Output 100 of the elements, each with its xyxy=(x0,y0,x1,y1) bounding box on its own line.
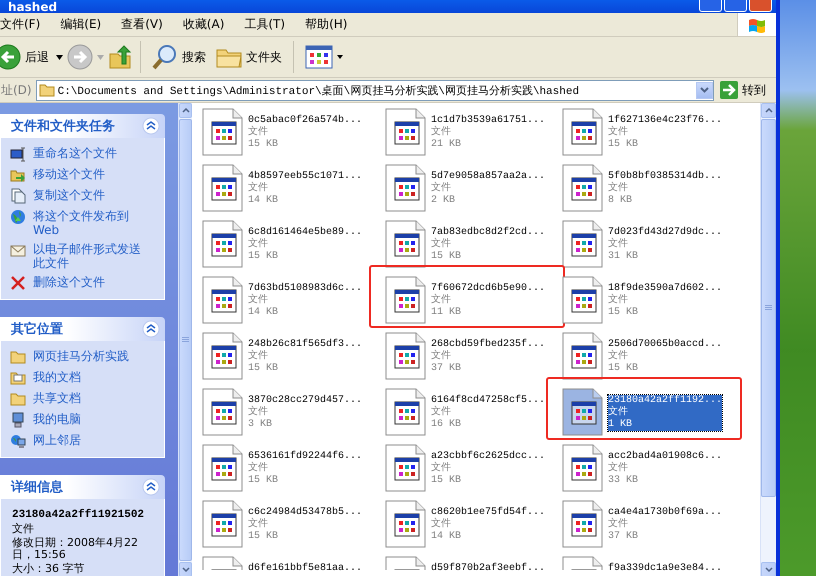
search-button[interactable]: 搜索 xyxy=(149,42,209,72)
go-arrow-icon xyxy=(720,81,738,99)
task-link[interactable]: 我的电脑 xyxy=(33,412,145,426)
file-item[interactable]: 18f9de3590a7d602... 文件 15 KB xyxy=(560,276,750,332)
minimize-button[interactable] xyxy=(699,0,722,12)
file-size: 37 KB xyxy=(608,531,640,543)
task-link[interactable]: 网上邻居 xyxy=(33,433,145,447)
document-icon xyxy=(200,556,244,570)
file-type: 文件 xyxy=(608,463,629,475)
file-type: 文件 xyxy=(608,407,629,419)
menu-item[interactable]: 帮助(H) xyxy=(305,16,354,33)
close-button[interactable] xyxy=(749,0,772,12)
scrollbar[interactable] xyxy=(760,103,776,576)
file-size: 8 KB xyxy=(608,195,634,207)
file-item[interactable]: d59f870b2af3eebf... xyxy=(383,556,560,576)
maximize-button[interactable] xyxy=(724,0,747,12)
go-button[interactable]: 转到 xyxy=(718,80,776,100)
collapse-chevron-icon[interactable] xyxy=(142,478,160,496)
document-icon xyxy=(560,444,604,492)
file-size: 1 KB xyxy=(608,419,634,431)
file-name: 1f627136e4c23f76... xyxy=(608,115,722,126)
file-item[interactable]: 3870c28cc279d457... 文件 3 KB xyxy=(200,388,383,444)
task-link[interactable]: 网页挂马分析实践 xyxy=(33,349,145,363)
task-link[interactable]: 共享文档 xyxy=(33,391,145,405)
file-item[interactable]: 268cbd59fbed235f... 文件 37 KB xyxy=(383,332,560,388)
file-item[interactable]: 7f60672dcd6b5e90... 文件 11 KB xyxy=(383,276,560,332)
back-button[interactable]: 后退 xyxy=(0,42,52,72)
task-link[interactable]: 我的文档 xyxy=(33,370,145,384)
dropdown-button[interactable] xyxy=(696,82,713,98)
file-item[interactable]: 7ab83edbc8d2f2cd... 文件 15 KB xyxy=(383,220,560,276)
file-item[interactable]: 7d023fd43d27d9dc... 文件 31 KB xyxy=(560,220,750,276)
folders-button[interactable]: 文件夹 xyxy=(213,44,285,70)
file-item[interactable]: 248b26c81f565df3... 文件 15 KB xyxy=(200,332,383,388)
file-item[interactable]: 7d63bd5108983d6c... 文件 14 KB xyxy=(200,276,383,332)
file-item[interactable]: c6c24984d53478b5... 文件 15 KB xyxy=(200,500,383,556)
file-item[interactable]: 4b8597eeb55c1071... 文件 14 KB xyxy=(200,164,383,220)
document-icon xyxy=(560,220,604,268)
detail-size: 大小：36 字节 xyxy=(12,563,86,575)
document-icon xyxy=(560,388,604,436)
file-item[interactable]: 6c8d161464e5be89... 文件 15 KB xyxy=(200,220,383,276)
chevron-down-icon xyxy=(764,567,772,572)
file-item[interactable]: 5d7e9058a857aa2a... 文件 2 KB xyxy=(383,164,560,220)
menu-item[interactable]: 查看(V) xyxy=(121,16,170,33)
file-item[interactable]: 23180a42a2ff1192... 文件 1 KB xyxy=(560,388,750,444)
file-item[interactable]: a23cbbf6c2625dcc... 文件 15 KB xyxy=(383,444,560,500)
folder-up-icon[interactable] xyxy=(108,44,132,70)
file-size: 37 KB xyxy=(431,363,462,375)
file-size: 15 KB xyxy=(431,251,462,263)
file-name: 7ab83edbc8d2f2cd... xyxy=(431,227,546,238)
file-name: 3870c28cc279d457... xyxy=(248,395,362,406)
menu-item[interactable]: 收藏(A) xyxy=(182,16,232,33)
menu-item[interactable]: 文件(F) xyxy=(0,16,48,33)
grip-icon xyxy=(182,337,189,343)
file-type: 文件 xyxy=(431,407,452,419)
file-item[interactable]: acc2bad4a01908c6... 文件 33 KB xyxy=(560,444,750,500)
file-name: 4b8597eeb55c1071... xyxy=(248,171,362,182)
file-name: 6164f8cd47258cf5... xyxy=(431,395,546,406)
file-name: 0c5abac0f26a574b... xyxy=(248,115,362,126)
task-link[interactable]: 以电子邮件形式发送此文件 xyxy=(33,242,145,270)
file-item[interactable]: d6fe161bbf5e81aa... xyxy=(200,556,383,576)
file-type: 文件 xyxy=(248,127,269,139)
file-item[interactable]: f9a339dc1a9e3e84... xyxy=(560,556,750,576)
scroll-up-button[interactable] xyxy=(761,103,776,118)
file-item[interactable]: c8620b1ee75fd54f... 文件 14 KB xyxy=(383,500,560,556)
task-link[interactable]: 将这个文件发布到 Web xyxy=(33,209,145,237)
file-type: 文件 xyxy=(248,239,269,251)
file-type: 文件 xyxy=(248,519,269,531)
scroll-down-button[interactable] xyxy=(179,562,192,576)
detail-name: 23180a42a2ff11921502 xyxy=(12,509,146,521)
chevron-up-icon xyxy=(182,108,190,113)
file-item[interactable]: 2506d70065b0accd... 文件 15 KB xyxy=(560,332,750,388)
file-item[interactable]: 1f627136e4c23f76... 文件 15 KB xyxy=(560,108,750,164)
folder-icon xyxy=(10,391,26,407)
document-icon xyxy=(200,220,244,268)
panel-header[interactable]: 详细信息 xyxy=(0,475,165,499)
file-item[interactable]: 0c5abac0f26a574b... 文件 15 KB xyxy=(200,108,383,164)
panel-header[interactable]: 其它位置 xyxy=(0,317,165,341)
collapse-chevron-icon[interactable] xyxy=(142,320,160,338)
menu-item[interactable]: 工具(T) xyxy=(244,16,292,33)
document-icon xyxy=(560,332,604,380)
task-link[interactable]: 复制这个文件 xyxy=(33,188,145,202)
file-item[interactable]: 6536161fd92244f6... 文件 15 KB xyxy=(200,444,383,500)
task-link[interactable]: 移动这个文件 xyxy=(33,167,145,181)
address-field[interactable]: C:\Documents and Settings\Administrator\桌面\网页挂马分析实践\网页挂马分析实践\hashed xyxy=(36,80,714,100)
document-icon xyxy=(383,388,427,436)
file-type: 文件 xyxy=(431,183,452,195)
task-link[interactable]: 重命名这个文件 xyxy=(33,146,145,160)
scroll-up-button[interactable] xyxy=(179,103,192,118)
caret-icon[interactable] xyxy=(56,54,63,60)
collapse-chevron-icon[interactable] xyxy=(142,117,160,135)
file-item[interactable]: 6164f8cd47258cf5... 文件 16 KB xyxy=(383,388,560,444)
file-item[interactable]: 5f0b8bf0385314db... 文件 8 KB xyxy=(560,164,750,220)
scroll-thumb[interactable] xyxy=(761,119,776,497)
file-item[interactable]: ca4e4a1730b0f69a... 文件 37 KB xyxy=(560,500,750,556)
menu-item[interactable]: 编辑(E) xyxy=(60,16,108,33)
task-link[interactable]: 删除这个文件 xyxy=(33,275,145,289)
delete-icon xyxy=(10,275,26,291)
scroll-down-button[interactable] xyxy=(761,562,776,576)
panel-header[interactable]: 文件和文件夹任务 xyxy=(0,114,165,138)
file-item[interactable]: 1c1d7b3539a61751... 文件 21 KB xyxy=(383,108,560,164)
